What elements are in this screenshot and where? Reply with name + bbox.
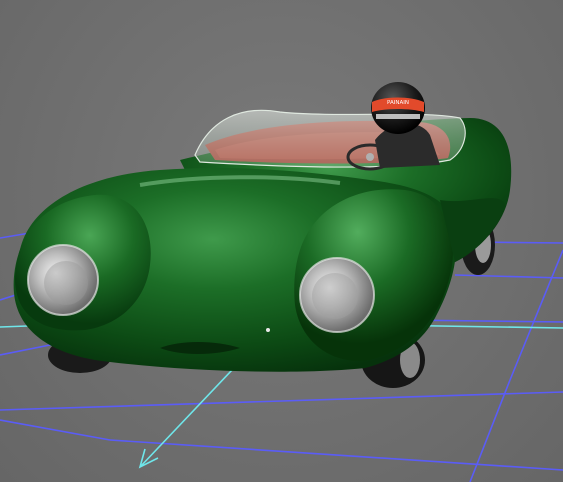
helmet-text: PAINAIN bbox=[387, 100, 409, 106]
right-headlight bbox=[299, 257, 375, 333]
3d-viewport[interactable]: PAINAIN bbox=[0, 0, 563, 482]
left-headlight bbox=[27, 244, 99, 316]
scene-canvas: PAINAIN bbox=[0, 82, 563, 482]
driver-helmet: PAINAIN bbox=[371, 82, 425, 134]
